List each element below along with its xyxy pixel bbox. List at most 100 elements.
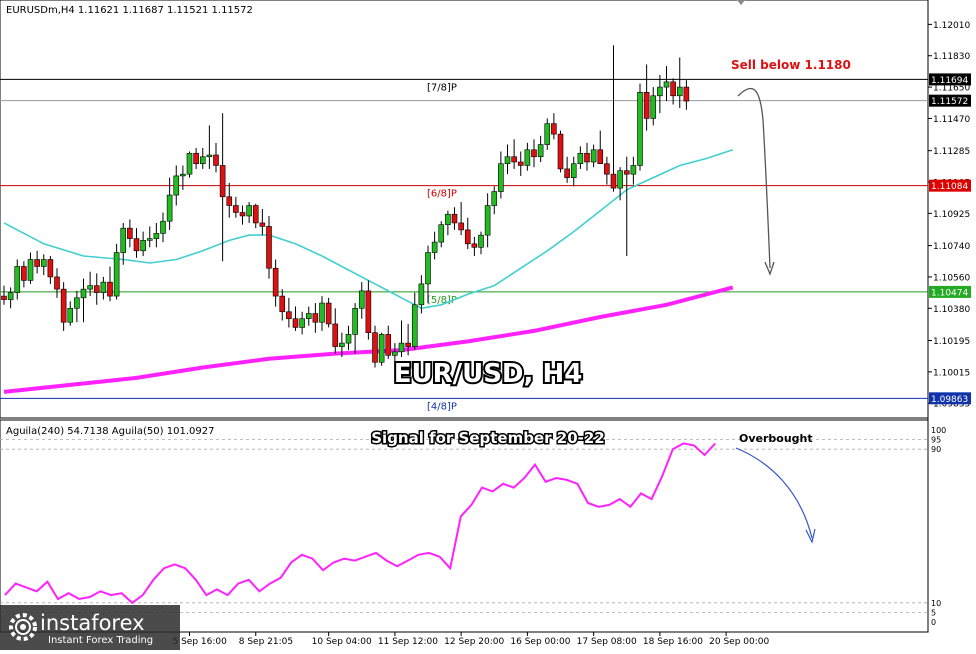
candle-body <box>484 205 491 236</box>
candle-body <box>372 332 378 363</box>
candle-body <box>160 220 166 234</box>
candle-body <box>47 259 54 278</box>
candle <box>186 151 193 178</box>
price-tick-label: 1.10560 <box>933 273 970 283</box>
candle-body <box>504 156 511 165</box>
chart-canvas[interactable]: EURUSDm,H4 1.11621 1.11687 1.11521 1.115… <box>0 0 976 650</box>
candle-body <box>199 156 206 165</box>
candle-body <box>590 149 597 163</box>
tag-4-8-text: 1.09863 <box>931 395 968 405</box>
candle-body <box>491 191 498 206</box>
candle-body <box>385 334 392 356</box>
candle-body <box>498 163 504 192</box>
osc-level-label: 5 <box>931 608 936 617</box>
candle-body <box>93 285 100 293</box>
candle-body <box>623 170 630 175</box>
candle-body <box>517 161 524 166</box>
candle-body <box>445 213 451 225</box>
candle-body <box>34 259 40 267</box>
chart-window: EURUSDm,H4 1.11621 1.11687 1.11521 1.115… <box>0 0 976 650</box>
candle-body <box>213 154 219 166</box>
price-tick-label: 1.11470 <box>933 115 970 125</box>
candle-body <box>305 313 312 320</box>
indicator-plot-frame <box>0 419 929 633</box>
candle-body <box>312 313 319 323</box>
candle <box>557 130 564 173</box>
candle-body <box>617 170 623 189</box>
candle-body <box>451 213 458 224</box>
candle-body <box>511 156 517 163</box>
candle-body <box>657 86 663 97</box>
candle-body <box>564 168 570 178</box>
candle-body <box>392 351 398 356</box>
candle-body <box>405 342 411 347</box>
instaforex-logo: instaforex Instant Forex Trading <box>0 605 180 650</box>
candle-body <box>418 283 425 306</box>
candle-body <box>365 290 372 333</box>
candle-body <box>27 259 34 281</box>
time-tick-label: 10 Sep 04:00 <box>312 637 372 647</box>
osc-min-label: 0 <box>931 618 936 627</box>
candle-body <box>226 196 233 206</box>
candle-body <box>259 222 266 227</box>
candle-body <box>87 285 93 290</box>
candle-body <box>398 342 405 353</box>
candle-body <box>173 175 180 196</box>
candle-body <box>471 243 478 248</box>
candle-body <box>458 222 464 231</box>
candle-body <box>425 252 431 285</box>
osc-level-label: 10 <box>931 599 941 608</box>
overbought-annotation: Overbought <box>739 432 813 445</box>
candle-body <box>411 304 418 347</box>
candle-body <box>113 252 120 297</box>
candle-body <box>21 266 27 281</box>
logo-tagline: Instant Forex Trading <box>48 635 153 646</box>
candle-body <box>524 149 531 166</box>
candle-body <box>252 205 259 224</box>
time-tick-label: 20 Sep 00:00 <box>709 637 769 647</box>
candle-body <box>630 165 637 175</box>
candle-body <box>40 259 47 267</box>
candle-body <box>272 267 279 297</box>
candle-body <box>339 342 345 347</box>
candle-body <box>551 123 557 135</box>
price-tick-label: 1.10015 <box>933 368 970 378</box>
candle-body <box>1 295 7 300</box>
candle-body <box>650 95 657 119</box>
candle-body <box>663 81 670 88</box>
candle-body <box>464 229 471 245</box>
candle-body <box>597 149 604 165</box>
price-tick-label: 1.10380 <box>933 305 970 315</box>
candle-body <box>54 276 60 290</box>
candle <box>378 332 385 366</box>
time-tick-label: 8 Sep 21:05 <box>239 637 293 647</box>
candle-body <box>166 194 173 222</box>
candle-body <box>266 226 272 269</box>
candle-body <box>570 163 577 178</box>
candle-body <box>478 234 484 248</box>
chart-subtitle: Signal for September 20-22 <box>371 429 605 447</box>
candle-body <box>352 307 358 335</box>
candle-body <box>100 281 107 293</box>
sell-annotation: Sell below 1.1180 <box>731 58 851 72</box>
candle-body <box>584 152 590 163</box>
indicator-header: Aguila(240) 54.7138 Aguila(50) 101.0927 <box>6 426 214 437</box>
candle-body <box>676 86 683 97</box>
logo-brand: instaforex <box>40 611 145 635</box>
candle-body <box>286 311 292 320</box>
candle-body <box>438 224 445 243</box>
candle-body <box>74 297 80 309</box>
time-tick-label: 11 Sep 12:00 <box>378 637 438 647</box>
candle-body <box>14 266 21 293</box>
tag-7-8-text: 1.11694 <box>931 76 968 86</box>
time-axis: 5 Sep 16:00 8 Sep 21:05 10 Sep 04:00 11 Sep… <box>173 632 769 647</box>
candle-body <box>193 152 199 165</box>
candle-body <box>233 205 239 213</box>
candle-body <box>604 163 610 175</box>
candle-body <box>319 302 325 323</box>
candle-body <box>146 238 153 241</box>
time-tick-label: 5 Sep 16:00 <box>173 637 228 647</box>
osc-max-label: 100 <box>931 426 946 435</box>
candle-body <box>325 302 332 325</box>
candle-body <box>206 154 213 158</box>
